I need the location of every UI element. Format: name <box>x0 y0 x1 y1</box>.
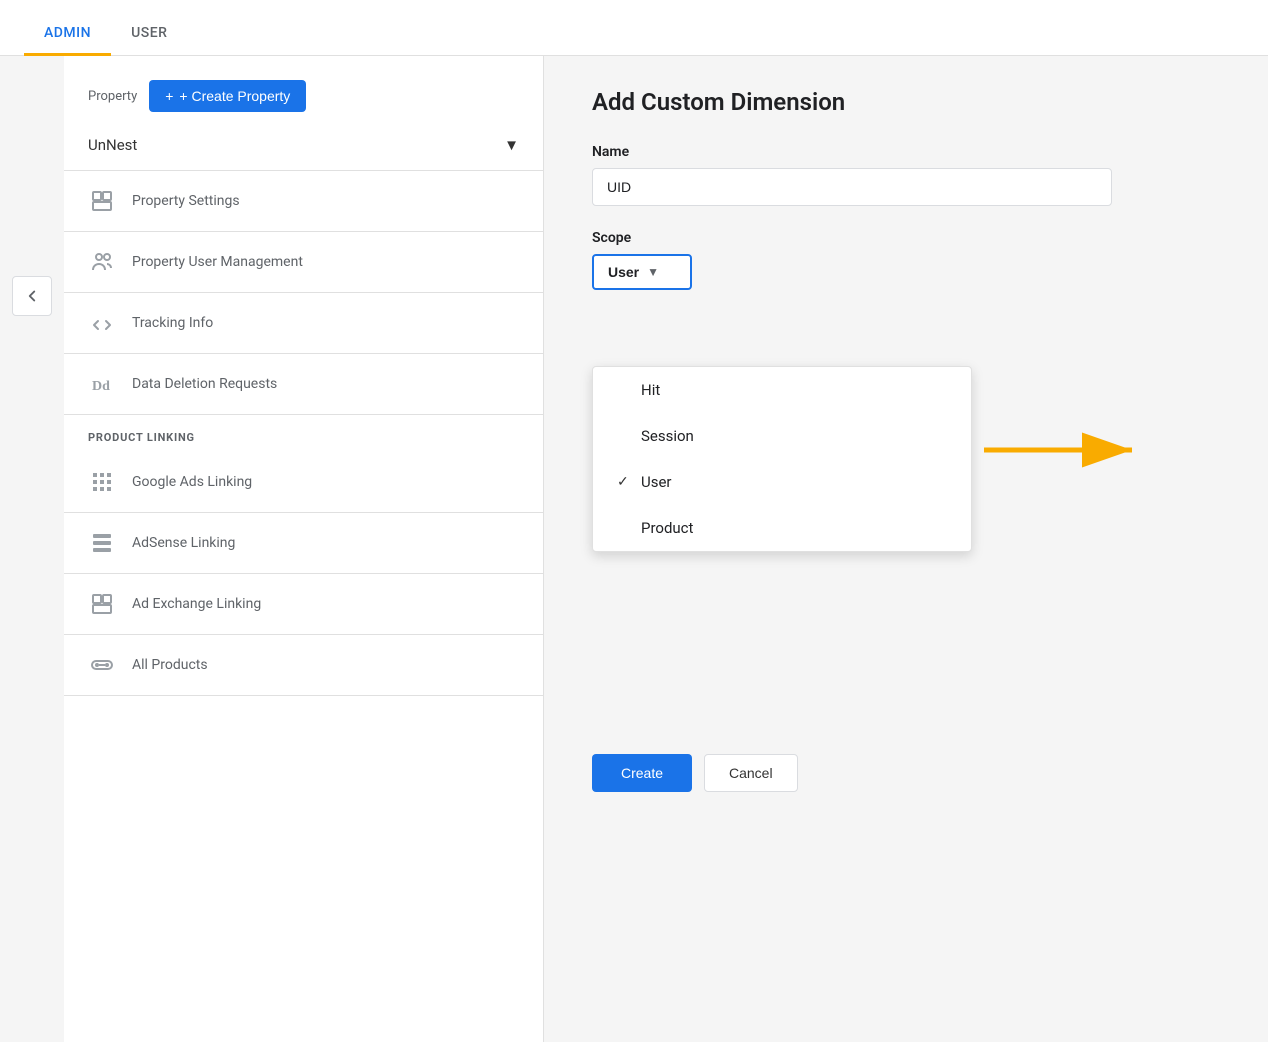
form-buttons: Create Cancel <box>592 754 798 792</box>
users-icon <box>88 248 116 276</box>
scope-option-product-label: Product <box>641 519 693 537</box>
scope-dropdown-arrow-icon: ▼ <box>647 265 659 279</box>
plus-icon: + <box>165 88 173 104</box>
tracking-info-label: Tracking Info <box>132 315 213 331</box>
sidebar-item-google-ads[interactable]: Google Ads Linking <box>64 452 543 513</box>
scope-option-session[interactable]: ✓ Session <box>593 413 971 459</box>
sidebar-item-user-management[interactable]: Property User Management <box>64 232 543 293</box>
check-user-icon: ✓ <box>617 474 633 490</box>
ad-exchange-label: Ad Exchange Linking <box>132 596 261 612</box>
google-ads-icon <box>88 468 116 496</box>
scope-option-session-label: Session <box>641 427 694 445</box>
name-input[interactable] <box>592 168 1112 206</box>
sidebar-item-property-settings[interactable]: Property Settings <box>64 171 543 232</box>
property-label: Property <box>88 89 137 104</box>
sidebar-item-ad-exchange[interactable]: Ad Exchange Linking <box>64 574 543 635</box>
scope-dropdown-button[interactable]: User ▼ <box>592 254 692 290</box>
main-content: Property + + Create Property UnNest ▼ Pr… <box>0 56 1268 1042</box>
cancel-button[interactable]: Cancel <box>704 754 798 792</box>
code-icon <box>88 309 116 337</box>
name-form-group: Name <box>592 144 1220 206</box>
property-dropdown[interactable]: UnNest ▼ <box>64 128 543 171</box>
scope-option-product[interactable]: ✓ Product <box>593 505 971 551</box>
selected-property: UnNest <box>88 136 137 154</box>
sidebar-item-adsense[interactable]: AdSense Linking <box>64 513 543 574</box>
nav-user[interactable]: USER <box>111 9 187 56</box>
back-button[interactable] <box>12 276 52 316</box>
nav-admin[interactable]: ADMIN <box>24 9 111 56</box>
create-button[interactable]: Create <box>592 754 692 792</box>
orange-arrow-annotation <box>984 432 1144 472</box>
scope-option-user-label: User <box>641 473 672 491</box>
user-management-label: Property User Management <box>132 254 303 270</box>
create-property-label: + Create Property <box>179 88 290 104</box>
sidebar-item-tracking-info[interactable]: Tracking Info <box>64 293 543 354</box>
right-panel: Add Custom Dimension Name Scope User ▼ ✓… <box>544 56 1268 1042</box>
dropdown-arrow-icon: ▼ <box>504 136 519 154</box>
adsense-icon <box>88 529 116 557</box>
scope-label: Scope <box>592 230 1220 246</box>
ad-exchange-icon <box>88 590 116 618</box>
name-label: Name <box>592 144 1220 160</box>
data-deletion-icon: Dd <box>88 370 116 398</box>
form-title: Add Custom Dimension <box>592 88 1220 116</box>
scope-option-user[interactable]: ✓ User <box>593 459 971 505</box>
property-settings-label: Property Settings <box>132 193 240 209</box>
data-deletion-label: Data Deletion Requests <box>132 376 277 392</box>
back-col <box>0 56 64 1042</box>
svg-text:Dd: Dd <box>92 379 110 394</box>
sidebar-item-all-products[interactable]: All Products <box>64 635 543 696</box>
scope-option-hit[interactable]: ✓ Hit <box>593 367 971 413</box>
top-nav: ADMIN USER <box>0 0 1268 56</box>
google-ads-label: Google Ads Linking <box>132 474 252 490</box>
sidebar: Property + + Create Property UnNest ▼ Pr… <box>64 56 544 1042</box>
sidebar-item-data-deletion[interactable]: Dd Data Deletion Requests <box>64 354 543 415</box>
create-property-button[interactable]: + + Create Property <box>149 80 306 112</box>
scope-dropdown-menu: ✓ Hit ✓ Session ✓ User ✓ Product <box>592 366 972 552</box>
layout-icon <box>88 187 116 215</box>
product-linking-header: PRODUCT LINKING <box>64 415 543 452</box>
property-header: Property + + Create Property <box>64 80 543 128</box>
all-products-label: All Products <box>132 657 208 673</box>
scope-option-hit-label: Hit <box>641 381 660 399</box>
scope-form-group: Scope User ▼ <box>592 230 1220 290</box>
adsense-label: AdSense Linking <box>132 535 235 551</box>
all-products-icon <box>88 651 116 679</box>
scope-selected-value: User <box>608 264 639 280</box>
